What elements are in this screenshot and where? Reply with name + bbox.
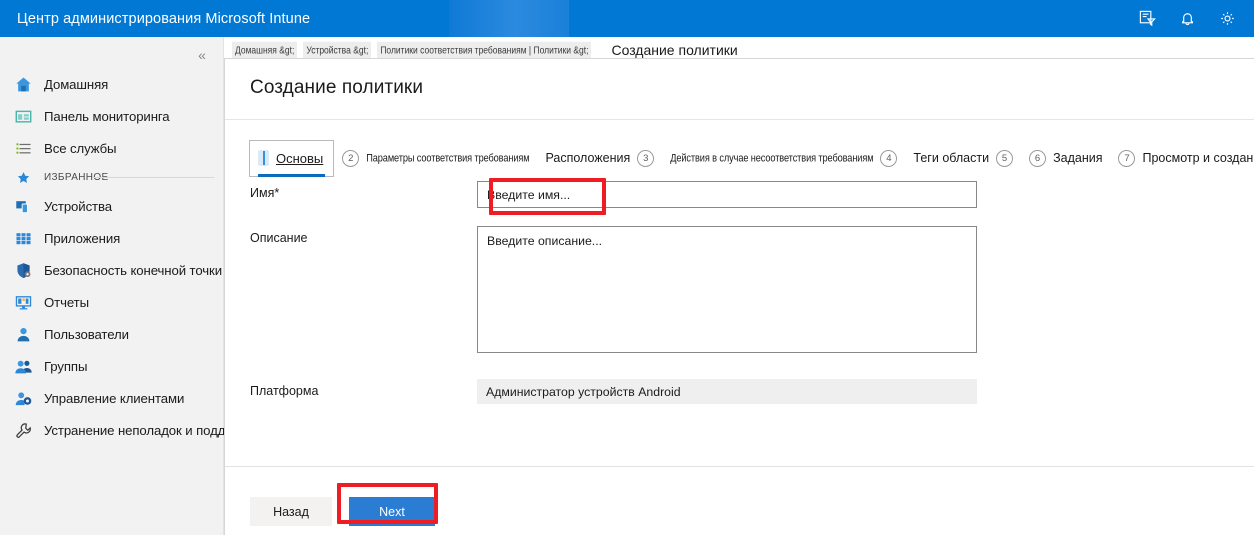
tenant-admin-icon: [13, 388, 33, 408]
tab-label: Расположения: [545, 151, 631, 165]
breadcrumb-item-devices[interactable]: Устройства &gt;: [303, 41, 372, 59]
sidebar-item-dashboard[interactable]: Панель мониторинга: [0, 100, 224, 132]
tab-step-number: 5: [996, 149, 1014, 167]
sidebar-item-label: Домашняя: [44, 76, 109, 92]
wizard-tab-strip: 1 Основы 2 Параметры соответствия требов…: [249, 139, 1254, 177]
form-row-platform: Платформа Администратор устройств Androi…: [225, 379, 1254, 404]
wizard-footer: Назад Next: [250, 497, 435, 526]
sidebar: « Домашняя Панель мониторинга Все службы…: [0, 37, 262, 535]
sidebar-item-all-services[interactable]: Все службы: [0, 132, 224, 164]
favorites-divider: [92, 177, 214, 178]
platform-field-label: Платформа: [250, 384, 319, 398]
sidebar-item-label: Панель мониторинга: [44, 108, 170, 124]
sidebar-item-groups[interactable]: Группы: [0, 350, 224, 382]
tab-label: Параметры соответствия требованиям: [366, 152, 530, 164]
tab-noncompliance-actions[interactable]: Действия в случае несоответствия требова…: [662, 140, 905, 176]
sidebar-item-devices[interactable]: Устройства: [0, 190, 224, 222]
sidebar-item-troubleshooting-support[interactable]: Устранение неполадок и поддержка: [0, 414, 262, 446]
name-input[interactable]: [477, 181, 977, 208]
tab-label: Теги области: [913, 151, 990, 165]
description-textarea[interactable]: [477, 226, 977, 353]
tab-scope-tags[interactable]: Теги области 5: [905, 140, 1021, 176]
tab-active-underline: [258, 173, 326, 177]
sidebar-item-users[interactable]: Пользователи: [0, 318, 224, 350]
tab-step-number: 6: [1029, 149, 1047, 167]
create-policy-panel: Создание политики 1 Основы 2 Параметры с…: [224, 58, 1254, 535]
description-field-label: Описание: [250, 231, 308, 245]
footer-divider: [225, 466, 1254, 467]
home-icon: [13, 74, 33, 94]
back-button[interactable]: Назад: [250, 497, 332, 526]
breadcrumb-current: Создание политики: [611, 42, 738, 58]
basics-form: Имя* Описание Платформа Администратор ус…: [225, 181, 1254, 404]
name-field-label: Имя*: [250, 186, 280, 200]
form-row-description: Описание: [225, 226, 1254, 353]
tab-step-number: 2: [342, 149, 360, 167]
sidebar-item-label: Приложения: [44, 230, 121, 246]
sidebar-item-label: Все службы: [44, 140, 117, 156]
sidebar-item-label: Безопасность конечной точки: [44, 262, 222, 278]
sidebar-item-tenant-administration[interactable]: Управление клиентами: [0, 382, 224, 414]
feedback-icon[interactable]: [1128, 0, 1166, 37]
sidebar-item-label: Пользователи: [44, 326, 129, 342]
title-divider: [225, 119, 1254, 120]
devices-icon: [13, 196, 33, 216]
sidebar-nav-list: Домашняя Панель мониторинга Все службы И…: [0, 68, 262, 446]
breadcrumb: Домашняя &gt; Устройства &gt; Политики с…: [232, 40, 738, 60]
user-icon: [13, 324, 33, 344]
top-bar-gradient: [449, 0, 569, 37]
favorites-section-header: ИЗБРАННОЕ: [0, 164, 224, 190]
tab-step-number: 1: [258, 149, 269, 167]
next-button[interactable]: Next: [349, 497, 435, 526]
tab-label: Основы: [276, 150, 324, 166]
dashboard-icon: [13, 106, 33, 126]
tab-basics[interactable]: 1 Основы: [249, 139, 335, 177]
apps-grid-icon: [13, 228, 33, 248]
tab-compliance-settings[interactable]: 2 Параметры соответствия требованиям: [334, 140, 537, 176]
platform-value: Администратор устройств Android: [477, 379, 977, 404]
sidebar-item-home[interactable]: Домашняя: [0, 68, 224, 100]
tab-review-create[interactable]: 7 Просмотр и создание: [1110, 140, 1254, 176]
tab-step-number: 7: [1118, 149, 1136, 167]
notifications-bell-icon[interactable]: [1168, 0, 1206, 37]
form-row-name: Имя*: [225, 181, 1254, 208]
breadcrumb-item-compliance-policies[interactable]: Политики соответствия требованиям | Поли…: [377, 41, 592, 59]
sidebar-item-label: Устройства: [44, 198, 112, 214]
wrench-icon: [13, 420, 33, 440]
star-icon: [13, 167, 33, 187]
groups-icon: [13, 356, 33, 376]
sidebar-item-apps[interactable]: Приложения: [0, 222, 224, 254]
sidebar-item-reports[interactable]: Отчеты: [0, 286, 224, 318]
tab-label: Просмотр и создание: [1142, 151, 1254, 165]
settings-gear-icon[interactable]: [1208, 0, 1246, 37]
sidebar-item-endpoint-security[interactable]: Безопасность конечной точки: [0, 254, 224, 286]
reports-monitor-icon: [13, 292, 33, 312]
shield-endpoint-icon: [13, 260, 33, 280]
top-bar-actions: [1128, 0, 1246, 37]
tab-label: Задания: [1053, 151, 1103, 165]
sidebar-item-label: Управление клиентами: [44, 390, 185, 406]
sidebar-collapse-chevron-icon[interactable]: «: [191, 45, 213, 65]
app-title: Центр администрирования Microsoft Intune: [17, 10, 311, 27]
tab-step-number: 4: [880, 149, 898, 167]
sidebar-item-label: Группы: [44, 358, 88, 374]
breadcrumb-item-home[interactable]: Домашняя &gt;: [232, 41, 298, 59]
page-title: Создание политики: [250, 77, 424, 98]
sidebar-item-label: Отчеты: [44, 294, 89, 310]
app-top-bar: Центр администрирования Microsoft Intune: [0, 0, 1254, 37]
tab-step-number: 3: [637, 149, 655, 167]
tab-label: Действия в случае несоответствия требова…: [670, 152, 874, 164]
tab-locations[interactable]: Расположения 3: [537, 140, 662, 176]
tab-assignments[interactable]: 6 Задания: [1021, 140, 1110, 176]
all-services-icon: [13, 138, 33, 158]
